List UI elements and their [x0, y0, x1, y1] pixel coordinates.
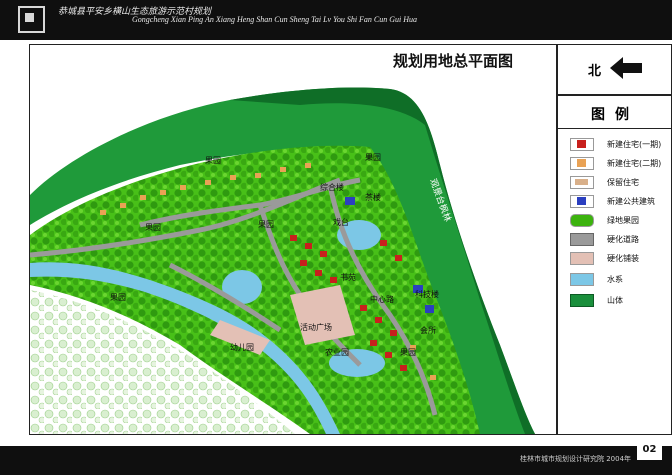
legend-item: 新建住宅(二期) — [570, 156, 661, 170]
legend-item: 新建公共建筑 — [570, 194, 655, 208]
plan-title: 规划用地总平面图 — [393, 52, 514, 70]
label-orchard-5: 果园 — [110, 293, 126, 302]
legend-label: 新建住宅(二期) — [607, 158, 662, 168]
legend-item: 新建住宅(一期) — [570, 137, 661, 151]
water-swatch — [570, 272, 594, 286]
title-english: Gongcheng Xian Ping An Xiang Heng Shan C… — [132, 15, 418, 24]
legend-label: 水系 — [607, 274, 623, 284]
legend-divider — [558, 128, 672, 129]
legend-item: 山体 — [570, 293, 623, 307]
north-label: 北 — [588, 64, 602, 79]
paving-swatch — [570, 251, 594, 265]
north-indicator: 北 — [558, 44, 672, 96]
legend-label: 绿地果园 — [607, 215, 639, 225]
new-house-phase2-swatch — [570, 156, 594, 170]
label-square: 活动广场 — [300, 322, 332, 332]
legend-item: 硬化道路 — [570, 232, 639, 246]
top-bar: 恭城县平安乡横山生态旅游示范村规划 Gongcheng Xian Ping An… — [0, 0, 672, 40]
label-teahouse: 茶楼 — [365, 192, 381, 202]
legend-label: 山体 — [607, 295, 623, 305]
label-orchard-6: 果园 — [400, 348, 416, 357]
label-orchard-2: 果园 — [365, 153, 381, 162]
label-kindergarten: 幼儿园 — [230, 342, 254, 352]
legend-label: 保留住宅 — [607, 177, 639, 187]
legend-label: 硬化道路 — [607, 234, 639, 244]
legend-title: 图例 — [591, 107, 639, 123]
legend-label: 新建公共建筑 — [607, 196, 655, 206]
label-road: 中心路 — [370, 294, 394, 304]
label-farm: 农业园 — [325, 347, 349, 357]
north-arrow-icon — [610, 57, 642, 79]
road-swatch — [570, 232, 594, 246]
label-hall: 会所 — [420, 325, 436, 335]
credit-text: 桂林市城市规划设计研究院 2004年 — [520, 455, 632, 463]
label-tech-building: 科技楼 — [415, 289, 439, 299]
label-orchard-4: 果园 — [258, 220, 274, 229]
institute-logo-icon — [18, 6, 45, 33]
label-building-a: 综合楼 — [320, 182, 344, 192]
orchard-swatch — [570, 213, 594, 227]
new-house-phase1-swatch — [570, 137, 594, 151]
label-orchard-3: 果园 — [145, 223, 161, 232]
label-orchard-1: 果园 — [205, 156, 221, 165]
site-plan-map: 果园 果园 果园 果园 果园 果园 茶楼 戏台 综合楼 活动广场 科技楼 会所 … — [30, 45, 556, 434]
legend-label: 硬化铺装 — [607, 253, 639, 263]
sidebar-divider — [556, 44, 558, 435]
legend-item: 保留住宅 — [570, 175, 639, 189]
mountain-swatch — [570, 293, 594, 307]
public-building-swatch — [570, 194, 594, 208]
legend-item: 绿地果园 — [570, 213, 639, 227]
page-number: 02 — [637, 439, 662, 460]
legend-item: 水系 — [570, 272, 623, 286]
label-reading: 书苑 — [340, 272, 356, 282]
retained-house-swatch — [570, 175, 594, 189]
label-stage: 戏台 — [333, 217, 349, 227]
legend-item: 硬化铺装 — [570, 251, 639, 265]
legend-label: 新建住宅(一期) — [607, 139, 662, 149]
